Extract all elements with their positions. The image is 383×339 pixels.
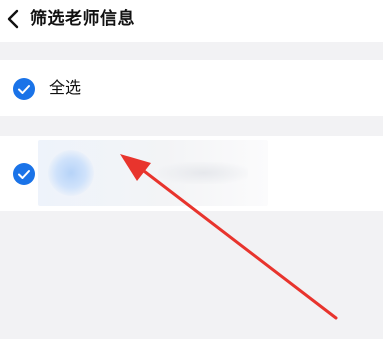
- blurred-avatar: [48, 150, 94, 196]
- blurred-teacher-name: [158, 162, 248, 184]
- filter-teacher-page: 筛选老师信息 全选: [0, 0, 383, 339]
- select-all-label: 全选: [49, 78, 82, 97]
- select-all-checkbox[interactable]: [13, 78, 35, 100]
- nav-bar: 筛选老师信息: [0, 0, 383, 42]
- back-button[interactable]: [6, 8, 20, 30]
- teacher-checkbox[interactable]: [13, 163, 35, 185]
- chevron-left-icon: [7, 9, 19, 29]
- page-title: 筛选老师信息: [30, 9, 135, 29]
- select-all-row[interactable]: 全选: [0, 60, 383, 116]
- teacher-row[interactable]: [0, 136, 383, 211]
- blurred-teacher-info: [38, 140, 268, 206]
